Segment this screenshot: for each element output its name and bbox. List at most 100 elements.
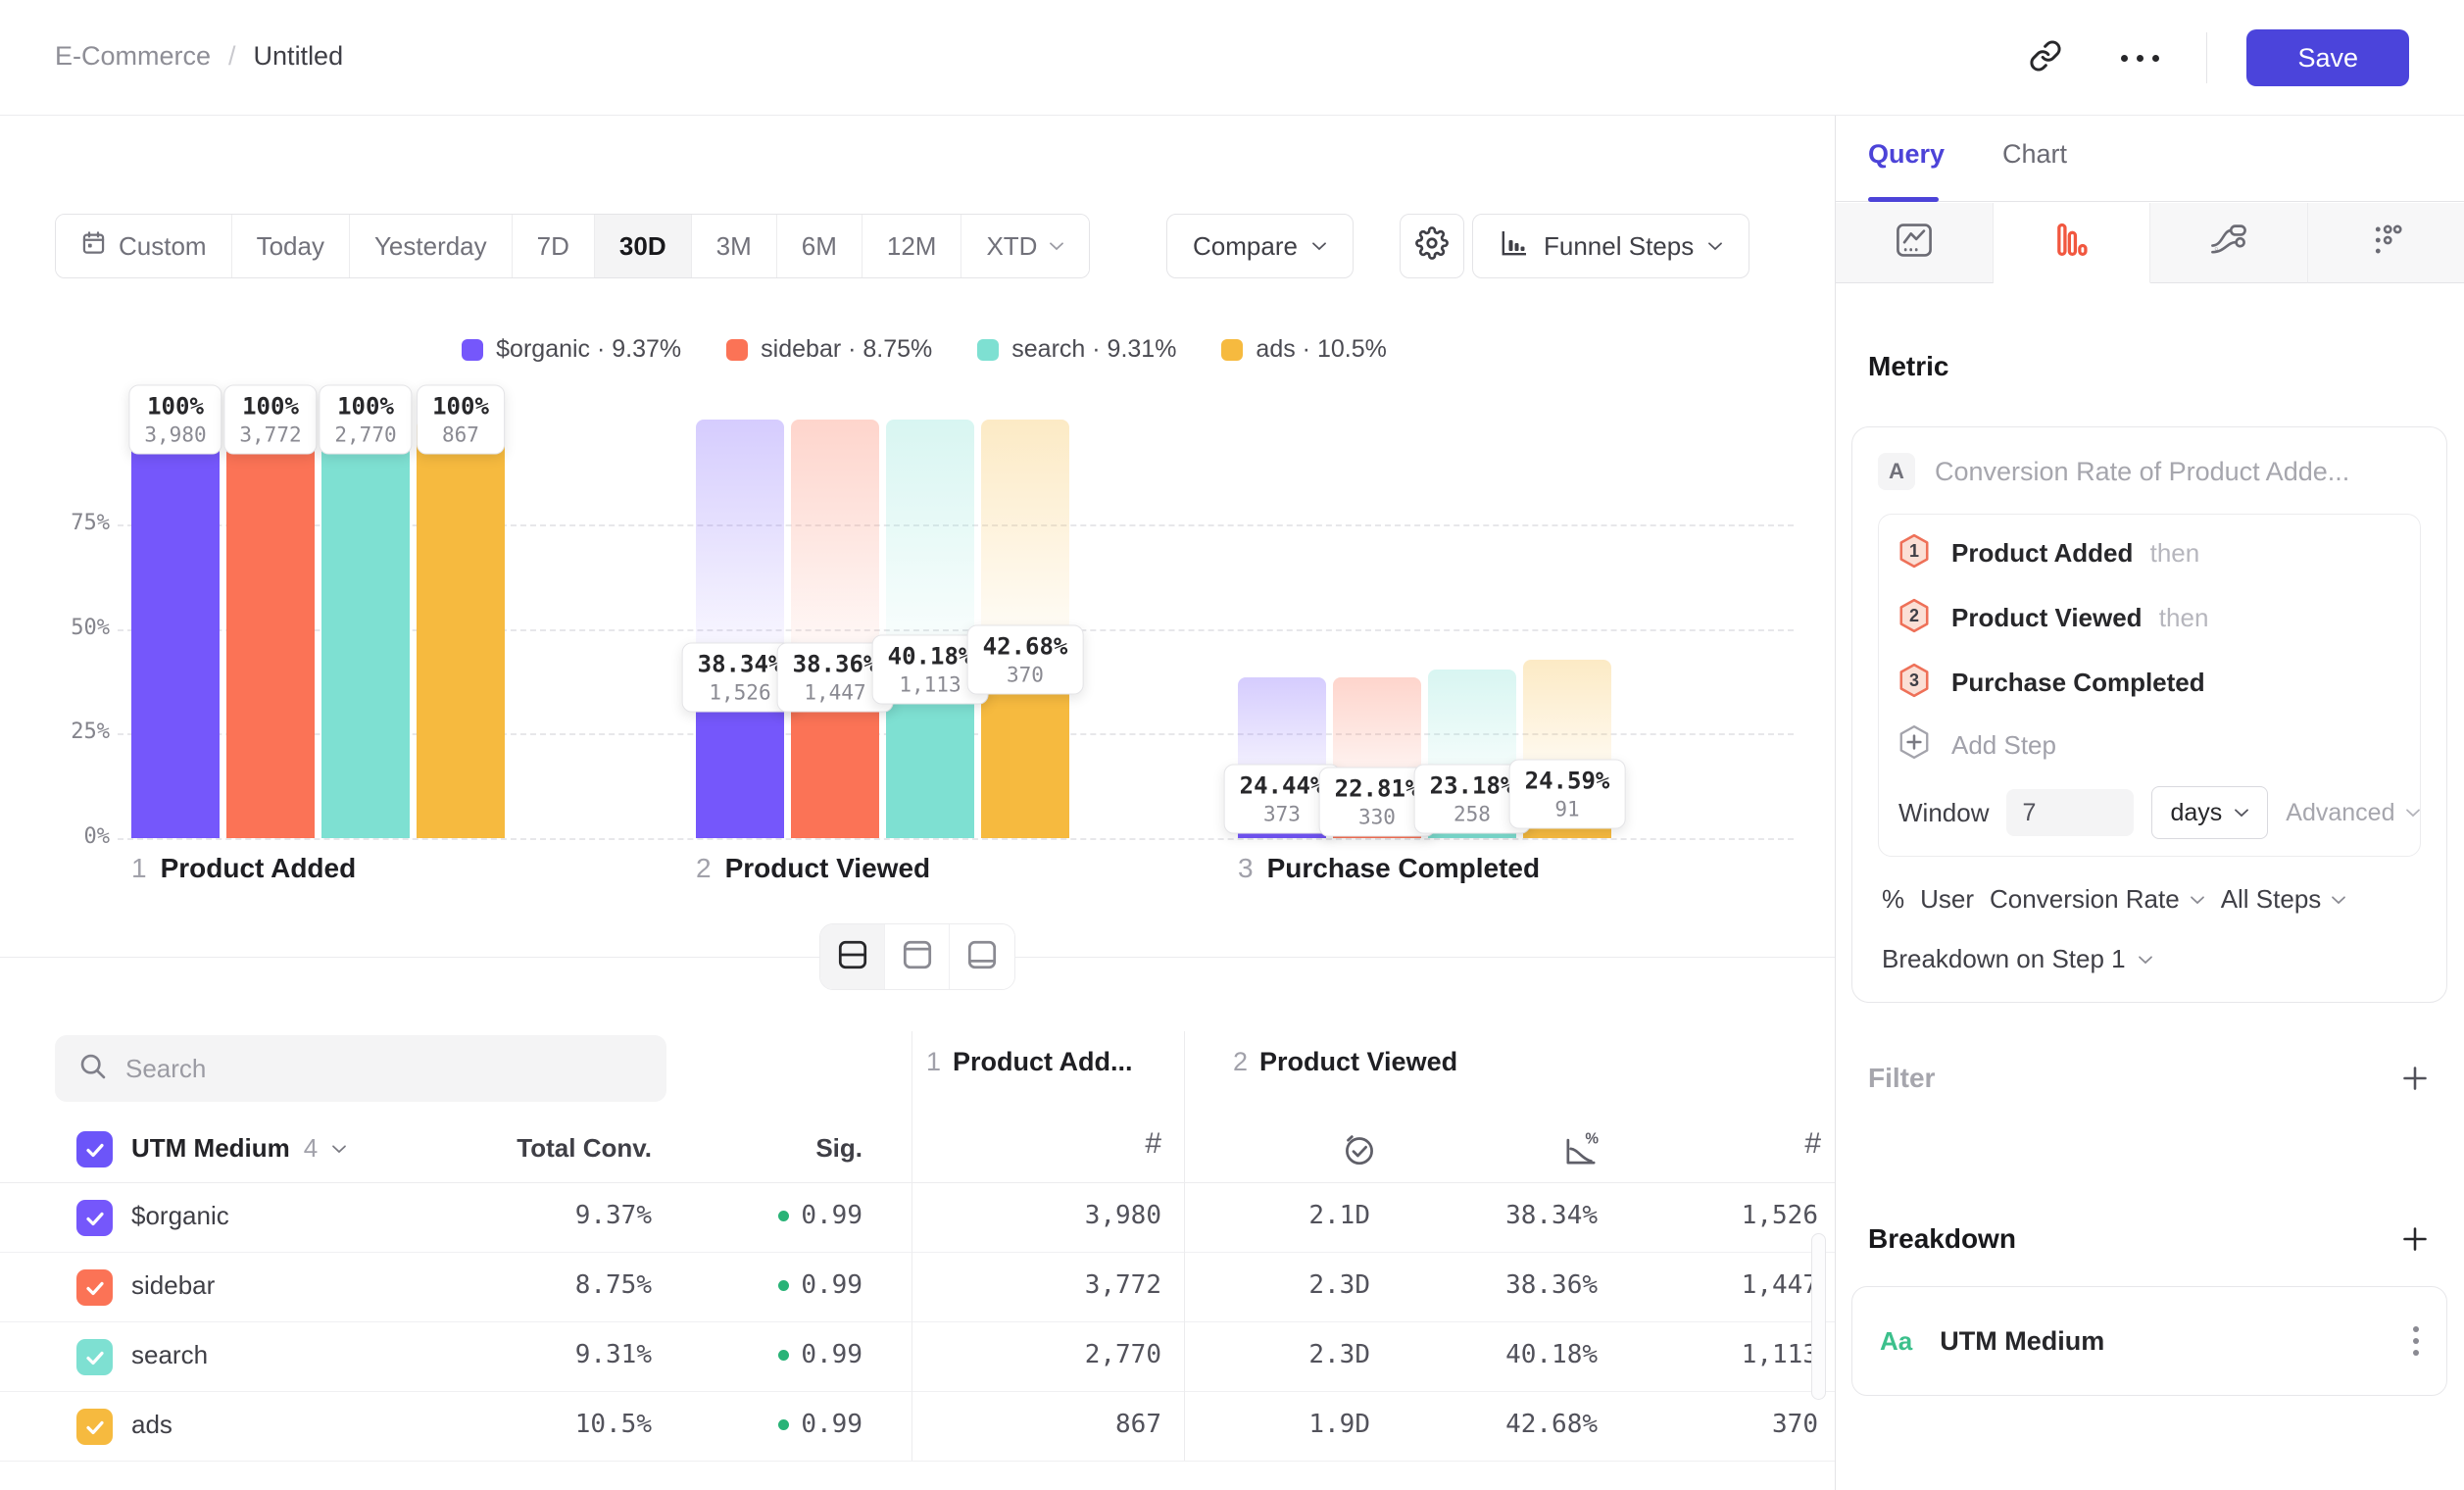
sig-header[interactable]: Sig. (745, 1133, 862, 1164)
range-30d[interactable]: 30D (595, 215, 692, 277)
breakdown-column-name: UTM Medium (131, 1133, 290, 1164)
y-axis-tick: 25% (29, 720, 110, 744)
row-total-conv: 10.5% (451, 1410, 652, 1439)
range-12m[interactable]: 12M (862, 215, 962, 277)
row-checkbox[interactable] (76, 1339, 113, 1375)
range-yesterday[interactable]: Yesterday (350, 215, 513, 277)
row-sig: 0.99 (725, 1201, 862, 1230)
breakdown-column-header[interactable]: UTM Medium 4 (131, 1133, 347, 1164)
row-step1-count: 2,770 (965, 1340, 1161, 1369)
chart-type-flow[interactable] (2150, 203, 2308, 283)
legend-item-search[interactable]: search · 9.31% (977, 335, 1176, 364)
funnel-bar-step1-sidebar[interactable] (226, 420, 315, 838)
breakdown-on-label: Breakdown on Step 1 (1882, 944, 2126, 974)
advanced-toggle[interactable]: Advanced (2286, 799, 2420, 827)
funnel-bar-step1-search[interactable] (321, 420, 410, 838)
metric-card: A Conversion Rate of Product Adde... 1 P… (1851, 426, 2447, 1003)
step-name: Product Viewed (1259, 1047, 1457, 1076)
share-link-button[interactable] (2018, 30, 2073, 85)
step-number: 2 (1233, 1047, 1248, 1076)
add-step-button[interactable]: Add Step (1898, 715, 2400, 775)
funnel-bar-step1-organic[interactable] (131, 420, 220, 838)
table-scrollbar[interactable] (1811, 1233, 1826, 1400)
check-icon (83, 1276, 107, 1300)
range-today[interactable]: Today (232, 215, 350, 277)
breakdown-on-step-dropdown[interactable]: Breakdown on Step 1 (1878, 944, 2421, 974)
chevron-down-icon (1311, 241, 1327, 251)
window-unit-select[interactable]: days (2151, 786, 2268, 839)
property-type-icon: Aa (1880, 1326, 1912, 1357)
row-checkbox[interactable] (76, 1200, 113, 1236)
range-7d[interactable]: 7D (513, 215, 595, 277)
add-filter-button[interactable] (2395, 1059, 2435, 1098)
range-xtd[interactable]: XTD (961, 215, 1089, 277)
panel-tabs: Query Chart (1836, 116, 2464, 202)
conversion-column-header[interactable]: % (1554, 1127, 1603, 1177)
layout-toggle-split-view[interactable] (820, 924, 885, 989)
chevron-down-icon (2138, 955, 2153, 965)
row-checkbox[interactable] (76, 1409, 113, 1445)
avg-time-column-header[interactable] (1333, 1127, 1382, 1177)
window-value-input[interactable] (2006, 789, 2134, 836)
funnel-chart: 75%50%25%0%100%3,980100%3,772100%2,77010… (0, 420, 1835, 838)
breakdown-options-button[interactable] (2413, 1326, 2419, 1356)
query-step-1[interactable]: 1 Product Added then (1898, 521, 2400, 585)
more-actions-button[interactable] (2112, 30, 2167, 85)
legend-item-sidebar[interactable]: sidebar · 8.75% (726, 335, 932, 364)
query-step-3[interactable]: 3 Purchase Completed (1898, 650, 2400, 715)
count-column-header[interactable]: # (1776, 1127, 1821, 1161)
chart-settings-button[interactable] (1400, 214, 1464, 278)
top-bar: E-Commerce / Untitled Save (0, 0, 2464, 116)
more-horizontal-icon (2121, 55, 2159, 62)
metric-header[interactable]: A Conversion Rate of Product Adde... (1878, 453, 2421, 490)
conversion-window-row: Window days Advanced (1898, 775, 2400, 850)
layout-toggle (819, 923, 1015, 990)
sig-dot-icon (778, 1419, 789, 1430)
table-row-organic: $organic 9.37% 0.99 3,980 2.1D 38.34% 1,… (0, 1183, 1835, 1253)
chart-legend: $organic · 9.37% sidebar · 8.75% search · … (55, 335, 1794, 364)
row-step2-conv: 42.68% (1411, 1410, 1598, 1439)
row-name: sidebar (131, 1270, 215, 1301)
compare-button[interactable]: Compare (1166, 214, 1354, 278)
add-step-hexagon-icon (1898, 724, 1930, 767)
range-custom[interactable]: Custom (56, 215, 232, 277)
insights-chart-icon (1894, 220, 1935, 266)
bar-value-label: 100%3,980 (128, 385, 222, 455)
chevron-down-icon (2331, 895, 2346, 905)
breadcrumb-root[interactable]: E-Commerce (55, 41, 211, 72)
chart-type-funnel[interactable] (1994, 203, 2151, 283)
measured-user[interactable]: User (1920, 884, 1974, 915)
breakdown-property-label: UTM Medium (1940, 1326, 2104, 1357)
row-avg-time: 2.3D (1206, 1340, 1370, 1369)
chart-type-insights[interactable] (1836, 203, 1994, 283)
layout-toggle-top-panel-view[interactable] (885, 924, 950, 989)
select-all-checkbox[interactable] (76, 1131, 113, 1167)
count-column-header[interactable]: # (1116, 1127, 1161, 1161)
top-panel-view-icon (900, 937, 935, 977)
chart-type-journeys[interactable] (2308, 203, 2464, 283)
row-name: $organic (131, 1201, 229, 1231)
svg-text:3: 3 (1909, 670, 1919, 689)
funnel-bar-step1-ads[interactable] (417, 420, 505, 838)
range-3m[interactable]: 3M (692, 215, 777, 277)
chart-view-selector-button[interactable]: Funnel Steps (1472, 214, 1749, 278)
conversion-rate-dropdown[interactable]: Conversion Rate (1990, 884, 2205, 915)
breakdown-property-card[interactable]: Aa UTM Medium (1851, 1286, 2447, 1396)
tab-chart[interactable]: Chart (2002, 139, 2067, 170)
breakdown-heading: Breakdown (1868, 1223, 2016, 1255)
all-steps-dropdown[interactable]: All Steps (2221, 884, 2347, 915)
row-checkbox[interactable] (76, 1269, 113, 1306)
legend-item-ads[interactable]: ads · 10.5% (1221, 335, 1386, 364)
query-step-2[interactable]: 2 Product Viewed then (1898, 585, 2400, 650)
save-button[interactable]: Save (2246, 29, 2409, 86)
tab-query[interactable]: Query (1868, 139, 1945, 170)
check-icon (83, 1346, 107, 1369)
total-conv-header[interactable]: Total Conv. (451, 1133, 652, 1164)
table-row-search: search 9.31% 0.99 2,770 2.3D 40.18% 1,11… (0, 1322, 1835, 1392)
range-6m[interactable]: 6M (777, 215, 862, 277)
breadcrumb-current[interactable]: Untitled (254, 41, 344, 72)
search-input[interactable] (125, 1054, 643, 1084)
add-breakdown-button[interactable] (2395, 1219, 2435, 1259)
layout-toggle-bottom-panel-view[interactable] (950, 924, 1014, 989)
legend-item-organic[interactable]: $organic · 9.37% (462, 335, 681, 364)
